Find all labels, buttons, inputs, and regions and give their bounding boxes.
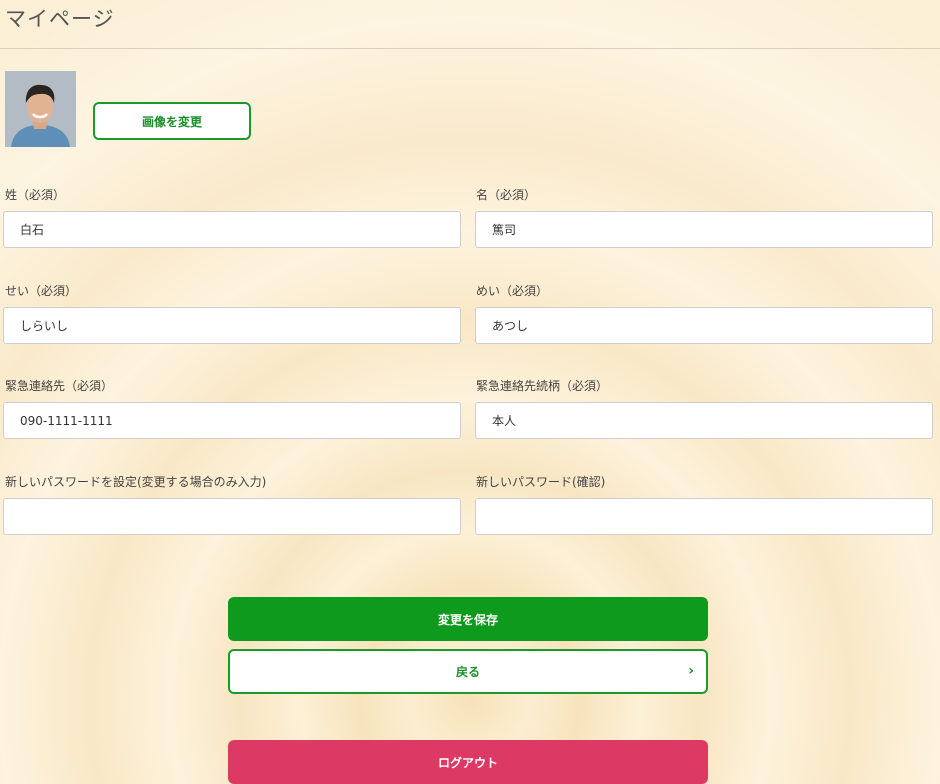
first-name-field[interactable] xyxy=(475,211,933,248)
last-name-field[interactable] xyxy=(3,211,461,248)
change-image-button[interactable]: 画像を変更 xyxy=(93,102,251,140)
last-name-kana-field[interactable] xyxy=(3,307,461,344)
emergency-relation-field[interactable] xyxy=(475,402,933,439)
page-header: マイページ xyxy=(0,0,940,49)
chevron-right-icon: › xyxy=(688,662,694,679)
emergency-relation-label: 緊急連絡先続柄（必須） xyxy=(476,379,609,393)
page-title: マイページ xyxy=(5,7,115,31)
back-button[interactable]: 戻る › xyxy=(228,649,708,694)
last-name-label: 姓（必須） xyxy=(5,188,66,202)
new-password-label: 新しいパスワードを設定(変更する場合のみ入力) xyxy=(5,475,267,489)
logout-button[interactable]: ログアウト xyxy=(228,740,708,784)
back-button-label: 戻る xyxy=(455,665,480,679)
new-password-confirm-field[interactable] xyxy=(475,498,933,535)
first-name-kana-field[interactable] xyxy=(475,307,933,344)
new-password-field[interactable] xyxy=(3,498,461,535)
first-name-label: 名（必須） xyxy=(476,188,537,202)
last-name-kana-label: せい（必須） xyxy=(5,284,78,298)
save-changes-button[interactable]: 変更を保存 xyxy=(228,597,708,641)
new-password-confirm-label: 新しいパスワード(確認) xyxy=(476,475,606,489)
emergency-contact-label: 緊急連絡先（必須） xyxy=(5,379,114,393)
emergency-contact-field[interactable] xyxy=(3,402,461,439)
first-name-kana-label: めい（必須） xyxy=(476,284,549,298)
avatar xyxy=(5,71,76,147)
